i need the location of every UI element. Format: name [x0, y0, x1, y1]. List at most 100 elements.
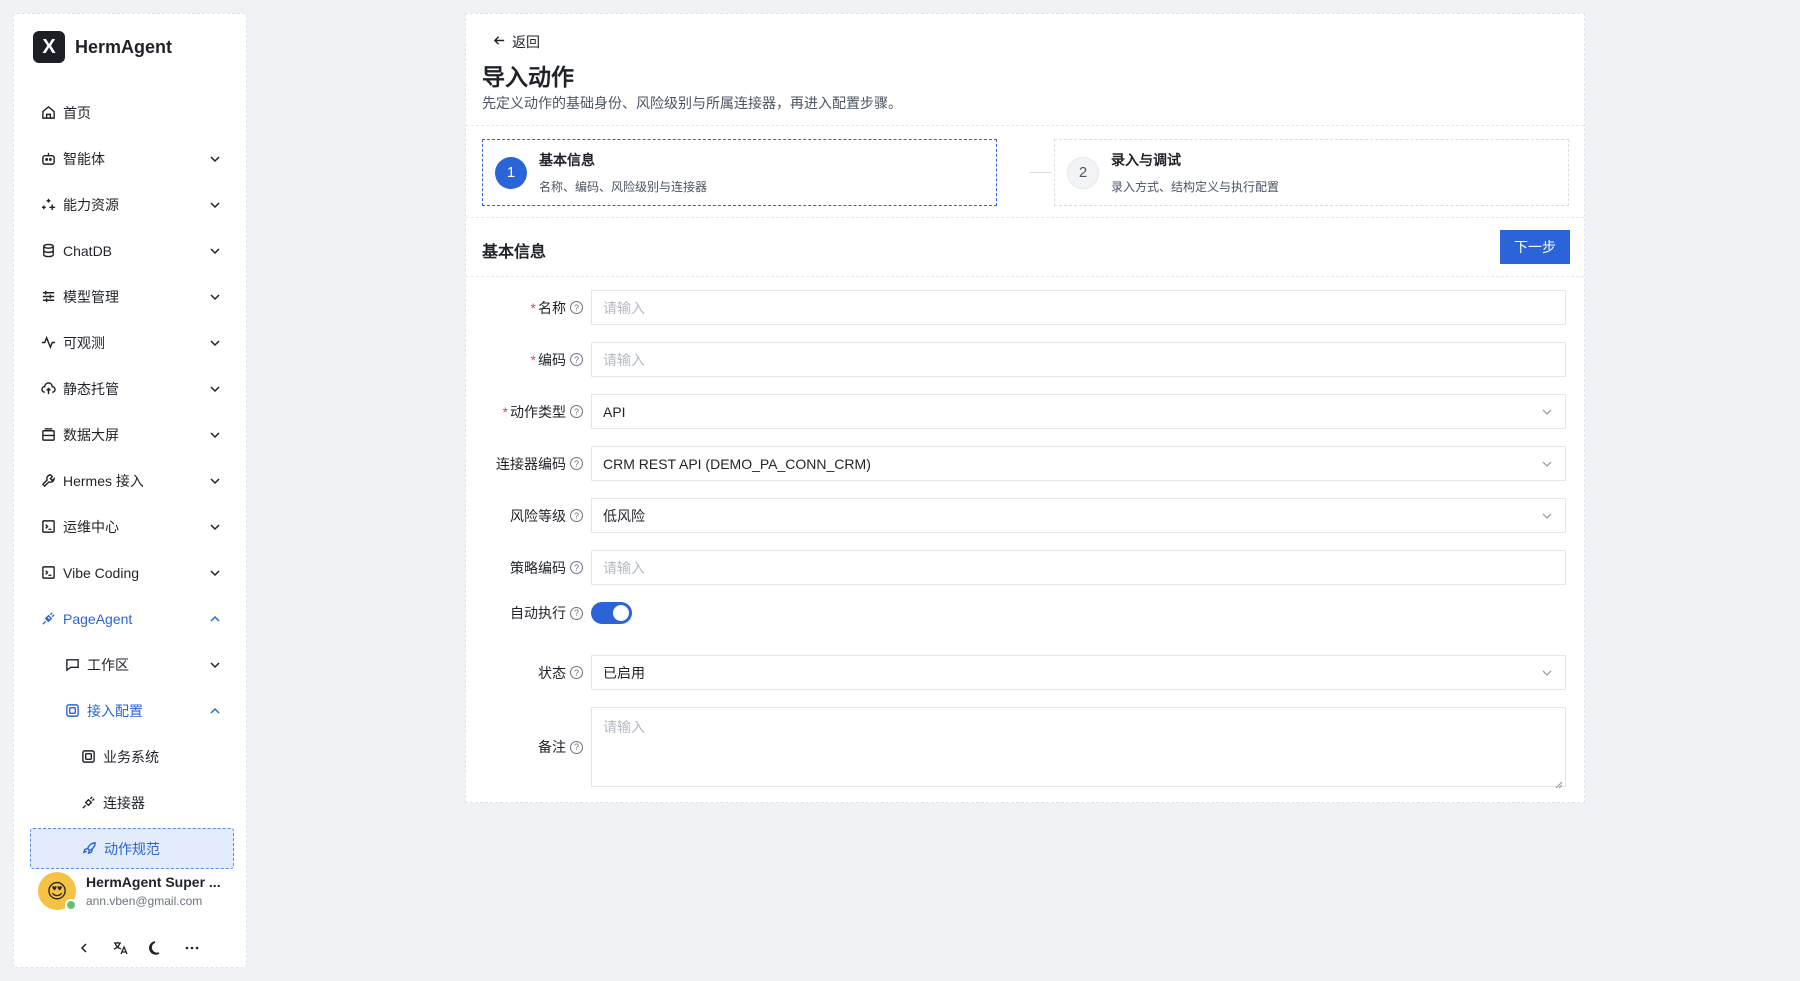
sliders-icon [40, 289, 56, 305]
sidebar-item-static-hosting[interactable]: 静态托管 [30, 368, 234, 409]
cloud-upload-icon [40, 381, 56, 397]
form-row-code: * 编码? 请输入 [466, 342, 1584, 377]
scan-icon [80, 749, 96, 765]
help-icon[interactable]: ? [570, 353, 583, 366]
user-name: HermAgent Super ... [86, 874, 221, 890]
chevron-down-icon [208, 152, 222, 166]
section-title: 基本信息 [482, 244, 547, 261]
sidebar-item-pageagent[interactable]: PageAgent [30, 598, 234, 639]
chevron-down-icon [1541, 457, 1555, 471]
name-input[interactable]: 请输入 [591, 290, 1566, 325]
form-row-name: * 名称? 请输入 [466, 290, 1584, 325]
policy-code-input[interactable]: 请输入 [591, 550, 1566, 585]
sidebar-item-workspace[interactable]: 工作区 [30, 644, 234, 685]
help-icon[interactable]: ? [570, 457, 583, 470]
field-label: 风险等级? [466, 506, 583, 526]
online-status-icon [65, 899, 77, 911]
sidebar-item-hermes[interactable]: Hermes 接入 [30, 460, 234, 501]
sidebar-item-models[interactable]: 模型管理 [30, 276, 234, 317]
help-icon[interactable]: ? [570, 606, 583, 620]
connector-code-select[interactable]: CRM REST API (DEMO_PA_CONN_CRM) [591, 446, 1566, 481]
remark-textarea[interactable]: 请输入 [591, 707, 1566, 789]
sidebar-item-agents[interactable]: 智能体 [30, 138, 234, 179]
home-icon [40, 105, 56, 121]
help-icon[interactable]: ? [570, 405, 583, 418]
help-icon[interactable]: ? [570, 740, 583, 754]
page-title: 导入动作 [482, 64, 574, 90]
field-label: * 编码? [466, 350, 583, 370]
next-step-button[interactable]: 下一步 [1500, 230, 1570, 264]
user-profile[interactable]: 😍 HermAgent Super ... ann.vben@gmail.com [38, 872, 221, 911]
code-input[interactable]: 请输入 [591, 342, 1566, 377]
help-icon[interactable]: ? [570, 561, 583, 574]
sidebar-item-capabilities[interactable]: 能力资源 [30, 184, 234, 225]
help-icon[interactable]: ? [570, 301, 583, 314]
form-row-connector-code: 连接器编码? CRM REST API (DEMO_PA_CONN_CRM) [466, 446, 1584, 481]
sidebar-item-action-specs[interactable]: 动作规范 [30, 828, 234, 869]
help-icon[interactable]: ? [570, 666, 583, 679]
chevron-down-icon [208, 566, 222, 580]
action-type-select[interactable]: API [591, 394, 1566, 429]
sidebar-item-home[interactable]: 首页 [30, 92, 234, 133]
collapse-icon[interactable] [74, 938, 94, 958]
chevron-down-icon [208, 520, 222, 534]
sidebar-item-observability[interactable]: 可观测 [30, 322, 234, 363]
chevron-down-icon [1541, 405, 1555, 419]
step-connector [1030, 172, 1052, 173]
risk-level-select[interactable]: 低风险 [591, 498, 1566, 533]
language-icon[interactable] [110, 938, 130, 958]
auto-exec-toggle[interactable] [591, 602, 632, 624]
step-subtitle: 录入方式、结构定义与执行配置 [1111, 180, 1280, 194]
more-icon[interactable] [182, 938, 202, 958]
form-row-policy-code: 策略编码? 请输入 [466, 550, 1584, 585]
step-title: 基本信息 [539, 152, 595, 168]
step-basic-info[interactable]: 1 基本信息 名称、编码、风险级别与连接器 [482, 139, 997, 206]
activity-icon [40, 335, 56, 351]
back-link[interactable]: 返回 [493, 32, 540, 52]
chat-icon [64, 657, 80, 673]
robot-icon [40, 151, 56, 167]
import-action-card: 返回 导入动作 先定义动作的基础身份、风险级别与所属连接器，再进入配置步骤。 1… [465, 13, 1585, 803]
sidebar-item-chatdb[interactable]: ChatDB [30, 230, 234, 271]
form-row-status: 状态? 已启用 [466, 655, 1584, 690]
sparkles-icon [40, 197, 56, 213]
chevron-up-icon [208, 612, 222, 626]
step-title: 录入与调试 [1111, 152, 1181, 168]
field-label: 连接器编码? [466, 454, 583, 474]
step-number: 2 [1067, 156, 1099, 189]
chevron-down-icon [1541, 666, 1555, 680]
chevron-down-icon [208, 198, 222, 212]
sidebar-item-ops[interactable]: 运维中心 [30, 506, 234, 547]
dark-mode-icon[interactable] [146, 938, 166, 958]
sidebar-tools [74, 938, 202, 958]
status-select[interactable]: 已启用 [591, 655, 1566, 690]
monitor-icon [40, 427, 56, 443]
step-subtitle: 名称、编码、风险级别与连接器 [539, 180, 708, 194]
field-label: 备注? [466, 737, 583, 757]
brand-name: HermAgent [75, 36, 173, 57]
chevron-up-icon [208, 704, 222, 718]
logo: X [33, 31, 65, 63]
plug-icon [40, 611, 56, 627]
form-row-risk-level: 风险等级? 低风险 [466, 498, 1584, 533]
brand[interactable]: X HermAgent [33, 31, 172, 63]
field-label: 状态? [466, 663, 583, 683]
sidebar: X HermAgent 首页 智能体 能力资源 ChatDB 模型管理 可观测 … [13, 13, 247, 968]
chevron-down-icon [1541, 509, 1555, 523]
scan-icon [64, 703, 80, 719]
page-header: 返回 导入动作 先定义动作的基础身份、风险级别与所属连接器，再进入配置步骤。 [466, 14, 1584, 126]
sidebar-item-vibe-coding[interactable]: Vibe Coding [30, 552, 234, 593]
sidebar-item-dashboard[interactable]: 数据大屏 [30, 414, 234, 455]
help-icon[interactable]: ? [570, 509, 583, 522]
sidebar-item-business-systems[interactable]: 业务系统 [30, 736, 234, 777]
field-label: * 名称? [466, 298, 583, 318]
steps: 1 基本信息 名称、编码、风险级别与连接器 2 录入与调试 录入方式、结构定义与… [482, 139, 1570, 206]
step-entry-debug[interactable]: 2 录入与调试 录入方式、结构定义与执行配置 [1054, 139, 1569, 206]
form-row-action-type: * 动作类型? API [466, 394, 1584, 429]
sidebar-item-access-config[interactable]: 接入配置 [30, 690, 234, 731]
resize-handle-icon[interactable] [1555, 776, 1563, 789]
sidebar-item-connectors[interactable]: 连接器 [30, 782, 234, 823]
chevron-down-icon [208, 336, 222, 350]
chevron-down-icon [208, 244, 222, 258]
wrench-icon [40, 473, 56, 489]
